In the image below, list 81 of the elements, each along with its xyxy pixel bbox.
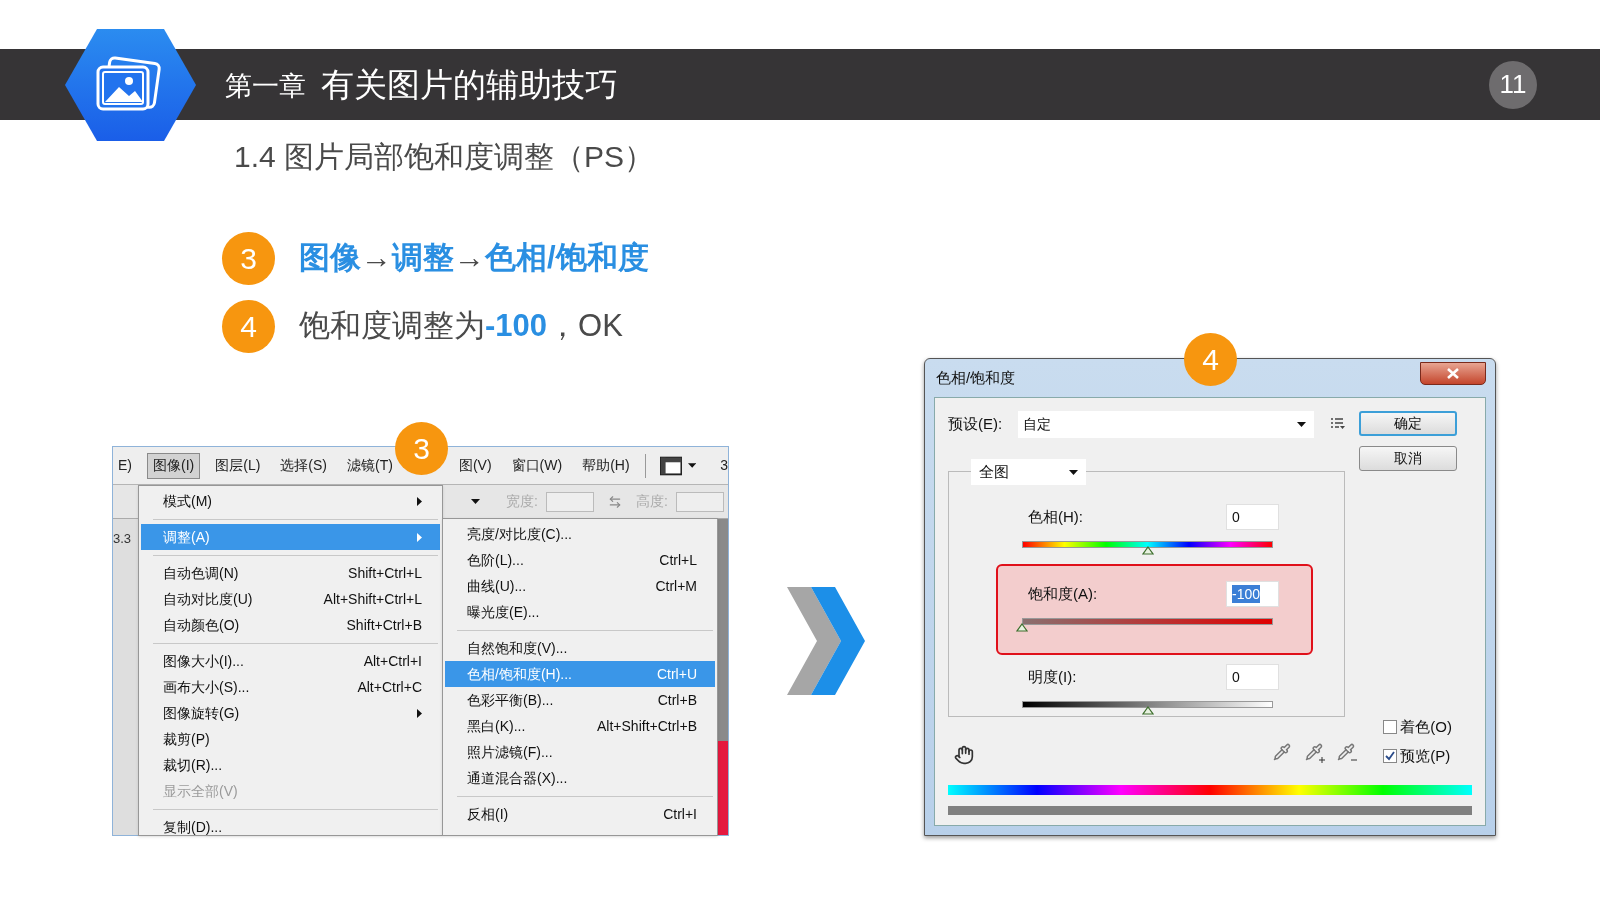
channel-dropdown[interactable]: 全图 <box>971 459 1086 485</box>
value-text: -100 <box>1232 585 1261 603</box>
submenu-arrow-icon <box>417 708 422 718</box>
menu-item[interactable]: 亮度/对比度(C)... <box>445 521 715 547</box>
width-label: 宽度: <box>506 492 538 511</box>
checkbox[interactable] <box>1383 720 1398 735</box>
chapter-label: 第一章 <box>225 70 306 104</box>
step-text: 饱和度调整为-100，OK <box>299 306 623 345</box>
checkbox-option[interactable]: 着色(O) <box>1383 716 1452 739</box>
dialog-title: 色相/饱和度 <box>935 367 1016 388</box>
menu-item[interactable]: 复制(D)... <box>141 814 440 835</box>
slider-thumb[interactable] <box>1016 623 1028 632</box>
value-text: 0 <box>1232 668 1240 686</box>
step-number: 4 <box>222 299 275 353</box>
page-number: 11 <box>1489 60 1537 109</box>
double-chevron-icon <box>787 587 865 695</box>
menu-item[interactable]: 反相(I) Ctrl+I <box>445 801 715 827</box>
checkbox-option[interactable]: 预览(P) <box>1383 744 1452 767</box>
height-field[interactable] <box>675 491 724 512</box>
menu-item[interactable]: 色阶(L)... Ctrl+L <box>445 547 715 573</box>
menubar-item[interactable]: 图层(L) <box>210 452 266 479</box>
menu-item[interactable]: 裁切(R)... <box>141 752 440 778</box>
menubar-item[interactable]: 窗口(W) <box>506 452 568 479</box>
menu-item[interactable]: 通道混合器(X)... <box>445 765 715 791</box>
dialog-button[interactable]: 确定 <box>1359 411 1457 436</box>
menubar-item[interactable]: E) <box>113 452 137 479</box>
screen-mode-icon <box>659 455 682 476</box>
menu-item[interactable]: 自动色调(N) Shift+Ctrl+L <box>141 560 440 586</box>
menu-item[interactable]: 曲线(U)... Ctrl+M <box>445 573 715 599</box>
value-text: 0 <box>1232 508 1240 526</box>
section-title: 1.4 图片局部饱和度调整（PS） <box>234 140 655 173</box>
menu-item[interactable]: 图像旋转(G) <box>141 700 440 726</box>
close-button[interactable] <box>1420 361 1486 385</box>
menubar-item[interactable]: 滤镜(T) <box>342 452 398 479</box>
menubar-item[interactable]: 图(V) <box>453 452 497 479</box>
caret-icon <box>687 463 697 468</box>
dialog-button[interactable]: 取消 <box>1359 446 1457 471</box>
slider-thumb[interactable] <box>1141 706 1154 715</box>
slider-label: 饱和度(A): <box>1028 583 1098 604</box>
menu-item[interactable]: 色彩平衡(B)... Ctrl+B <box>445 687 715 713</box>
step-number: 3 <box>222 231 275 285</box>
caret-icon <box>471 499 480 504</box>
checkbox[interactable] <box>1383 748 1398 763</box>
value-field[interactable]: 0 <box>1226 504 1279 530</box>
list-menu-icon[interactable] <box>1331 418 1345 430</box>
menubar-item[interactable]: 图像(I) <box>147 452 201 479</box>
step-badge: 4 <box>1184 333 1237 386</box>
slider-label: 明度(I): <box>1028 666 1077 687</box>
menu-item[interactable]: 图像大小(I)... Alt+Ctrl+I <box>141 648 440 674</box>
chapter-title: 有关图片的辅助技巧 <box>321 64 618 105</box>
height-label: 高度: <box>635 492 668 511</box>
menubar-item[interactable]: 选择(S) <box>275 452 332 479</box>
menu-item[interactable]: 照片滤镜(F)... <box>445 739 715 765</box>
hand-icon[interactable] <box>954 745 974 765</box>
submenu-arrow-icon <box>417 496 422 506</box>
ruler-number: 3.3 <box>113 530 133 548</box>
menu-item[interactable]: 模式(M) <box>141 488 440 514</box>
photo-logo-icon <box>65 29 196 141</box>
value-field[interactable]: 0 <box>1226 664 1279 690</box>
menubar-item[interactable]: 帮助(H) <box>577 452 635 479</box>
menu-item[interactable]: 自动颜色(O) Shift+Ctrl+B <box>141 612 440 638</box>
step-text: 图像→调整→色相/饱和度 <box>299 238 649 277</box>
caret-icon <box>1297 421 1306 427</box>
menu-item[interactable]: 曝光度(E)... <box>445 599 715 625</box>
submenu-arrow-icon <box>417 532 422 542</box>
eyedropper-plus-icon[interactable] <box>1305 743 1326 763</box>
eyedropper-minus-icon[interactable] <box>1337 743 1358 763</box>
slider-label: 色相(H): <box>1028 506 1083 527</box>
menubar-text: 3 <box>720 456 728 475</box>
close-icon <box>1447 367 1459 379</box>
slider-thumb[interactable] <box>1141 546 1154 555</box>
menu-item[interactable]: 自动对比度(U) Alt+Shift+Ctrl+L <box>141 586 440 612</box>
menu-item[interactable]: 画布大小(S)... Alt+Ctrl+C <box>141 674 440 700</box>
width-field[interactable] <box>545 491 594 512</box>
menu-item[interactable]: 黑白(K)... Alt+Shift+Ctrl+B <box>445 713 715 739</box>
preset-dropdown[interactable]: 自定 <box>1018 410 1314 438</box>
value-field[interactable]: -100 <box>1226 581 1279 607</box>
caret-icon <box>1069 469 1078 475</box>
menu-item[interactable]: 裁剪(P) <box>141 726 440 752</box>
preset-label: 预设(E): <box>948 413 1004 434</box>
menu-item[interactable]: 自然饱和度(V)... <box>445 635 715 661</box>
